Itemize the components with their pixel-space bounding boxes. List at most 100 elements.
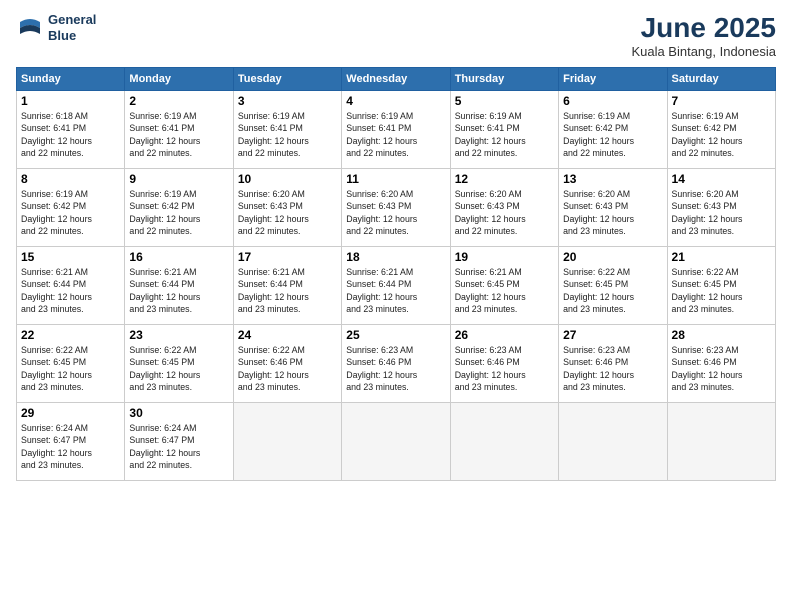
calendar-cell: 23 Sunrise: 6:22 AM Sunset: 6:45 PM Dayli… — [125, 325, 233, 403]
day-info: Sunrise: 6:19 AM Sunset: 6:42 PM Dayligh… — [21, 188, 120, 237]
day-info: Sunrise: 6:21 AM Sunset: 6:44 PM Dayligh… — [346, 266, 445, 315]
day-number: 14 — [672, 172, 771, 186]
day-info: Sunrise: 6:22 AM Sunset: 6:45 PM Dayligh… — [563, 266, 662, 315]
day-info: Sunrise: 6:19 AM Sunset: 6:42 PM Dayligh… — [563, 110, 662, 159]
day-number: 1 — [21, 94, 120, 108]
day-number: 17 — [238, 250, 337, 264]
day-number: 9 — [129, 172, 228, 186]
day-header-saturday: Saturday — [667, 68, 775, 91]
week-row-1: 1 Sunrise: 6:18 AM Sunset: 6:41 PM Daylig… — [17, 91, 776, 169]
logo-line1: General — [48, 12, 96, 28]
main-title: June 2025 — [631, 12, 776, 44]
day-header-friday: Friday — [559, 68, 667, 91]
day-number: 6 — [563, 94, 662, 108]
day-info: Sunrise: 6:24 AM Sunset: 6:47 PM Dayligh… — [129, 422, 228, 471]
day-number: 26 — [455, 328, 554, 342]
day-info: Sunrise: 6:19 AM Sunset: 6:42 PM Dayligh… — [129, 188, 228, 237]
calendar-cell: 27 Sunrise: 6:23 AM Sunset: 6:46 PM Dayli… — [559, 325, 667, 403]
day-info: Sunrise: 6:23 AM Sunset: 6:46 PM Dayligh… — [346, 344, 445, 393]
calendar-cell: 15Sunrise: 6:21 AM Sunset: 6:44 PM Dayli… — [17, 247, 125, 325]
day-info: Sunrise: 6:23 AM Sunset: 6:46 PM Dayligh… — [455, 344, 554, 393]
day-header-sunday: Sunday — [17, 68, 125, 91]
calendar-cell: 11 Sunrise: 6:20 AM Sunset: 6:43 PM Dayli… — [342, 169, 450, 247]
calendar-cell: 13 Sunrise: 6:20 AM Sunset: 6:43 PM Dayli… — [559, 169, 667, 247]
day-number: 3 — [238, 94, 337, 108]
logo-text: General Blue — [48, 12, 96, 43]
day-info: Sunrise: 6:20 AM Sunset: 6:43 PM Dayligh… — [238, 188, 337, 237]
page: General Blue June 2025 Kuala Bintang, In… — [0, 0, 792, 612]
day-info: Sunrise: 6:20 AM Sunset: 6:43 PM Dayligh… — [455, 188, 554, 237]
day-number: 12 — [455, 172, 554, 186]
calendar-cell: 28Sunrise: 6:23 AM Sunset: 6:46 PM Dayli… — [667, 325, 775, 403]
day-header-tuesday: Tuesday — [233, 68, 341, 91]
day-info: Sunrise: 6:21 AM Sunset: 6:44 PM Dayligh… — [238, 266, 337, 315]
calendar-cell: 1 Sunrise: 6:18 AM Sunset: 6:41 PM Daylig… — [17, 91, 125, 169]
calendar-cell — [342, 403, 450, 481]
day-info: Sunrise: 6:20 AM Sunset: 6:43 PM Dayligh… — [672, 188, 771, 237]
day-info: Sunrise: 6:19 AM Sunset: 6:41 PM Dayligh… — [346, 110, 445, 159]
calendar-cell: 26 Sunrise: 6:23 AM Sunset: 6:46 PM Dayli… — [450, 325, 558, 403]
day-header-thursday: Thursday — [450, 68, 558, 91]
day-info: Sunrise: 6:20 AM Sunset: 6:43 PM Dayligh… — [563, 188, 662, 237]
day-info: Sunrise: 6:18 AM Sunset: 6:41 PM Dayligh… — [21, 110, 120, 159]
day-number: 20 — [563, 250, 662, 264]
calendar-cell: 14 Sunrise: 6:20 AM Sunset: 6:43 PM Dayli… — [667, 169, 775, 247]
day-number: 18 — [346, 250, 445, 264]
calendar-cell: 18 Sunrise: 6:21 AM Sunset: 6:44 PM Dayli… — [342, 247, 450, 325]
calendar-cell: 19Sunrise: 6:21 AM Sunset: 6:45 PM Dayli… — [450, 247, 558, 325]
calendar-cell: 22 Sunrise: 6:22 AM Sunset: 6:45 PM Dayli… — [17, 325, 125, 403]
week-row-2: 8Sunrise: 6:19 AM Sunset: 6:42 PM Daylig… — [17, 169, 776, 247]
title-block: June 2025 Kuala Bintang, Indonesia — [631, 12, 776, 59]
calendar-cell: 25 Sunrise: 6:23 AM Sunset: 6:46 PM Dayli… — [342, 325, 450, 403]
day-info: Sunrise: 6:22 AM Sunset: 6:45 PM Dayligh… — [672, 266, 771, 315]
day-number: 21 — [672, 250, 771, 264]
calendar-header: SundayMondayTuesdayWednesdayThursdayFrid… — [17, 68, 776, 91]
logo-icon — [16, 14, 44, 42]
day-info: Sunrise: 6:19 AM Sunset: 6:42 PM Dayligh… — [672, 110, 771, 159]
logo: General Blue — [16, 12, 96, 43]
day-number: 22 — [21, 328, 120, 342]
day-number: 10 — [238, 172, 337, 186]
day-number: 23 — [129, 328, 228, 342]
day-number: 11 — [346, 172, 445, 186]
day-number: 7 — [672, 94, 771, 108]
day-info: Sunrise: 6:19 AM Sunset: 6:41 PM Dayligh… — [129, 110, 228, 159]
day-info: Sunrise: 6:22 AM Sunset: 6:45 PM Dayligh… — [129, 344, 228, 393]
week-row-5: 29Sunrise: 6:24 AM Sunset: 6:47 PM Dayli… — [17, 403, 776, 481]
calendar-cell: 16 Sunrise: 6:21 AM Sunset: 6:44 PM Dayli… — [125, 247, 233, 325]
day-number: 16 — [129, 250, 228, 264]
day-number: 30 — [129, 406, 228, 420]
day-number: 24 — [238, 328, 337, 342]
calendar-cell: 20 Sunrise: 6:22 AM Sunset: 6:45 PM Dayli… — [559, 247, 667, 325]
calendar-cell: 5Sunrise: 6:19 AM Sunset: 6:41 PM Daylig… — [450, 91, 558, 169]
day-number: 25 — [346, 328, 445, 342]
week-row-4: 22 Sunrise: 6:22 AM Sunset: 6:45 PM Dayli… — [17, 325, 776, 403]
calendar-cell — [559, 403, 667, 481]
day-info: Sunrise: 6:23 AM Sunset: 6:46 PM Dayligh… — [563, 344, 662, 393]
calendar-body: 1 Sunrise: 6:18 AM Sunset: 6:41 PM Daylig… — [17, 91, 776, 481]
calendar-cell: 6 Sunrise: 6:19 AM Sunset: 6:42 PM Daylig… — [559, 91, 667, 169]
day-info: Sunrise: 6:19 AM Sunset: 6:41 PM Dayligh… — [238, 110, 337, 159]
day-info: Sunrise: 6:20 AM Sunset: 6:43 PM Dayligh… — [346, 188, 445, 237]
day-number: 2 — [129, 94, 228, 108]
calendar-cell: 7 Sunrise: 6:19 AM Sunset: 6:42 PM Daylig… — [667, 91, 775, 169]
day-number: 28 — [672, 328, 771, 342]
day-info: Sunrise: 6:24 AM Sunset: 6:47 PM Dayligh… — [21, 422, 120, 471]
day-info: Sunrise: 6:21 AM Sunset: 6:45 PM Dayligh… — [455, 266, 554, 315]
calendar-cell: 29Sunrise: 6:24 AM Sunset: 6:47 PM Dayli… — [17, 403, 125, 481]
day-info: Sunrise: 6:22 AM Sunset: 6:45 PM Dayligh… — [21, 344, 120, 393]
day-number: 5 — [455, 94, 554, 108]
day-number: 27 — [563, 328, 662, 342]
day-number: 4 — [346, 94, 445, 108]
calendar-cell: 12 Sunrise: 6:20 AM Sunset: 6:43 PM Dayli… — [450, 169, 558, 247]
calendar-cell: 24Sunrise: 6:22 AM Sunset: 6:46 PM Dayli… — [233, 325, 341, 403]
calendar-cell: 2 Sunrise: 6:19 AM Sunset: 6:41 PM Daylig… — [125, 91, 233, 169]
day-header-wednesday: Wednesday — [342, 68, 450, 91]
subtitle: Kuala Bintang, Indonesia — [631, 44, 776, 59]
day-number: 15 — [21, 250, 120, 264]
calendar-cell: 4 Sunrise: 6:19 AM Sunset: 6:41 PM Daylig… — [342, 91, 450, 169]
day-info: Sunrise: 6:21 AM Sunset: 6:44 PM Dayligh… — [129, 266, 228, 315]
calendar-cell — [450, 403, 558, 481]
week-row-3: 15 Sunrise: 6:21 AM Sunset: 6:44 PM Dayli… — [17, 247, 776, 325]
day-number: 13 — [563, 172, 662, 186]
